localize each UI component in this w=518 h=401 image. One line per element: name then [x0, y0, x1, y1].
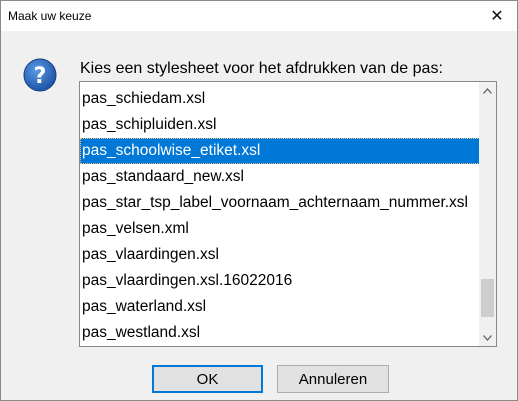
- vertical-scrollbar[interactable]: [479, 82, 496, 346]
- list-item[interactable]: pas_schipluiden.xsl: [80, 112, 494, 138]
- question-icon: ?: [23, 58, 57, 92]
- prompt-text: Kies een stylesheet voor het afdrukken v…: [80, 60, 443, 77]
- list-item[interactable]: pas_vlaardingen.xsl: [80, 242, 494, 268]
- chevron-up-icon: [483, 87, 492, 94]
- list-item[interactable]: pas_standaard_new.xsl: [80, 164, 494, 190]
- list-item[interactable]: pas_waterland.xsl: [80, 294, 494, 320]
- scrollbar-thumb[interactable]: [481, 279, 494, 317]
- chevron-down-icon: [483, 334, 492, 341]
- close-icon: ✕: [490, 8, 504, 25]
- list-item[interactable]: pas_vlaardingen.xsl.16022016: [80, 268, 494, 294]
- svg-text:?: ?: [34, 64, 47, 89]
- ok-button[interactable]: OK: [152, 365, 263, 393]
- close-button[interactable]: ✕: [477, 1, 517, 31]
- list-item[interactable]: pas_westland.xsl: [80, 320, 494, 346]
- cancel-button[interactable]: Annuleren: [277, 365, 389, 393]
- scroll-down-button[interactable]: [479, 329, 496, 346]
- scroll-up-button[interactable]: [479, 82, 496, 99]
- stylesheet-listbox[interactable]: pas_schiedam.xsl pas_schipluiden.xsl pas_s…: [79, 81, 497, 347]
- list-item[interactable]: pas_velsen.xml: [80, 216, 494, 242]
- list-item[interactable]: pas_schiedam.xsl: [80, 86, 494, 112]
- dialog-body: ? Kies een stylesheet voor het afdrukken…: [1, 31, 517, 400]
- choice-dialog: Maak uw keuze ✕ ? Kies een stylesheet vo…: [0, 0, 518, 401]
- list-item[interactable]: pas_star_tsp_label_voornaam_achternaam_n…: [80, 190, 494, 216]
- list-item[interactable]: pas_schoolwise_etiket.xsl: [80, 138, 494, 164]
- window-title: Maak uw keuze: [8, 9, 92, 23]
- title-bar[interactable]: Maak uw keuze ✕: [1, 1, 517, 31]
- list-items-container: pas_schiedam.xsl pas_schipluiden.xsl pas_s…: [80, 86, 494, 346]
